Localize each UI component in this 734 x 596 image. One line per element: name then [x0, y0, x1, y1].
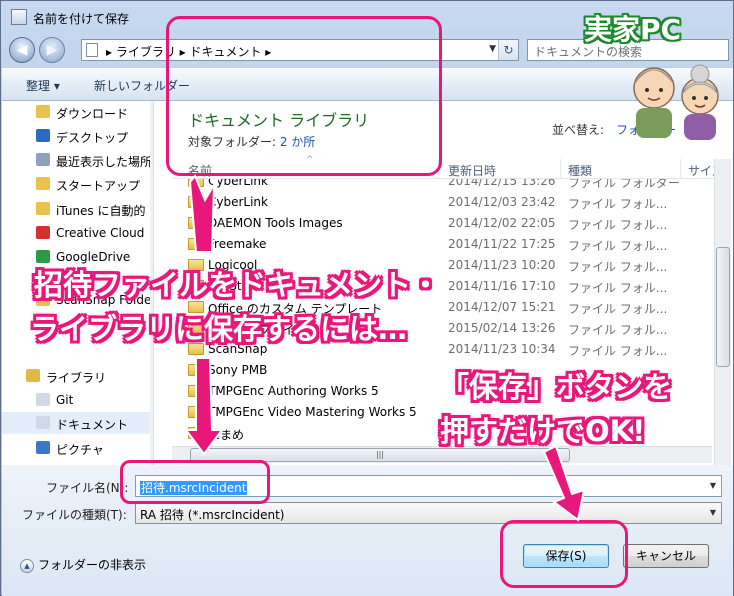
callout-right-line1: 「保存」ボタンを — [440, 370, 673, 404]
arrow-down-shape — [184, 357, 224, 456]
callout-left-line2: ライブラリに保存するには… — [30, 312, 408, 346]
grandparents-illustration — [633, 64, 719, 140]
callout-right-line2: 押すだけでOK! — [440, 414, 646, 448]
callout-left-line1: 招待ファイルをドキュメント・ — [34, 268, 441, 302]
arrow-up-shape — [188, 174, 219, 253]
brand-logo: 実家PC — [584, 13, 682, 46]
arrow-to-save-shape — [542, 444, 586, 522]
